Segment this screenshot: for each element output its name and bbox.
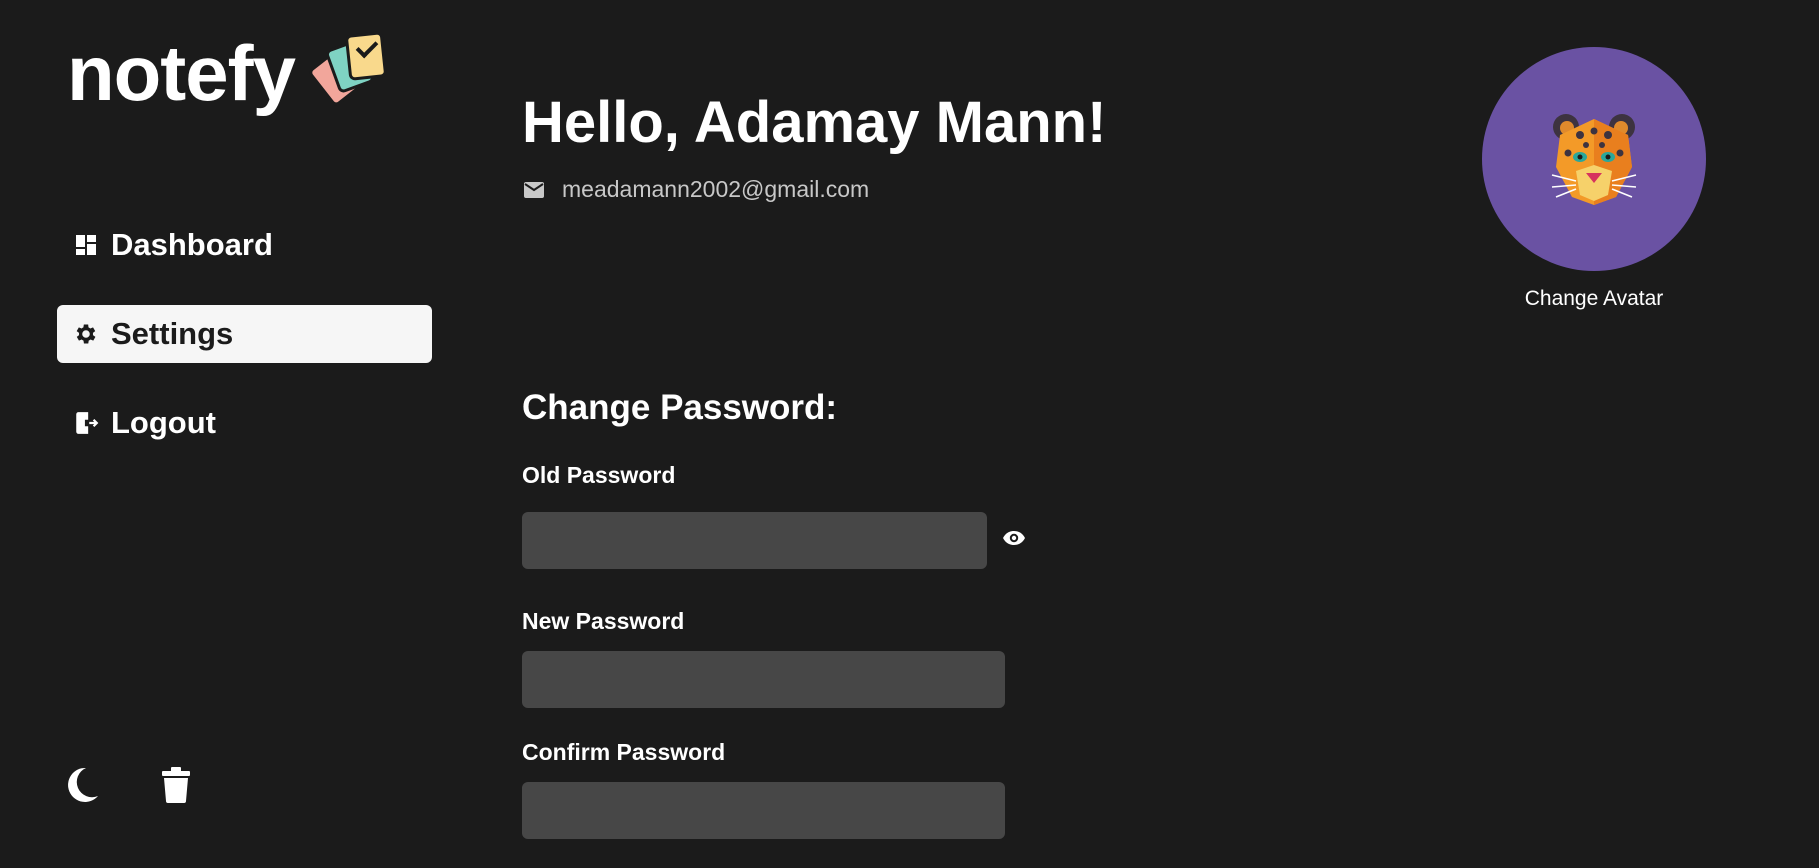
logout-icon [73,410,99,436]
avatar[interactable] [1482,47,1706,271]
sidebar-footer [64,765,194,805]
confirm-password-input[interactable] [522,782,1005,839]
app-logo[interactable]: notefy [67,27,388,118]
sidebar-item-dashboard[interactable]: Dashboard [57,216,432,274]
sidebar-nav: Dashboard Settings Logout [57,216,432,483]
email-row: meadamann2002@gmail.com [524,176,869,203]
section-title: Change Password: [522,388,838,427]
sidebar-item-settings[interactable]: Settings [57,305,432,363]
old-password-label: Old Password [522,462,676,488]
cards-check-icon [306,27,388,108]
mail-icon [524,181,544,198]
sidebar-item-label: Logout [111,405,217,440]
eye-icon[interactable] [1001,525,1027,551]
settings-page: notefy Dashboard Settings Logout Hello, … [0,0,1819,868]
avatar-section: Change Avatar [1482,47,1706,311]
change-avatar-link[interactable]: Change Avatar [1482,287,1706,311]
new-password-input[interactable] [522,651,1005,708]
dashboard-icon [73,232,99,258]
old-password-input[interactable] [522,512,987,569]
sidebar-item-label: Dashboard [111,227,273,262]
gear-icon [73,321,99,347]
new-password-label: New Password [522,608,685,634]
leopard-icon [1551,114,1637,205]
brand-name: notefy [67,29,296,117]
sidebar-item-logout[interactable]: Logout [57,394,432,452]
trash-icon[interactable] [158,765,194,805]
sidebar-item-label: Settings [111,316,234,351]
confirm-password-label: Confirm Password [522,739,726,765]
moon-icon[interactable] [64,765,100,805]
page-title: Hello, Adamay Mann! [522,90,1107,155]
user-email: meadamann2002@gmail.com [562,176,870,202]
